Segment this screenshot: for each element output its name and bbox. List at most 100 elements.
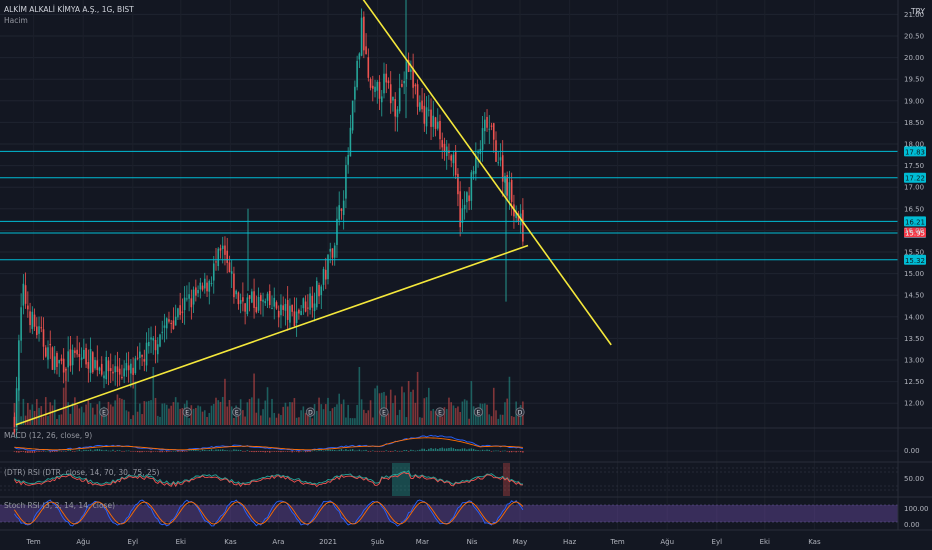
candle-body xyxy=(398,88,401,112)
macd-histogram-bar xyxy=(136,451,139,453)
macd-histogram-bar xyxy=(83,449,85,451)
candle-body xyxy=(316,280,318,308)
macd-histogram-bar xyxy=(206,450,208,451)
candle-body xyxy=(36,326,38,335)
macd-histogram-bar xyxy=(58,450,60,452)
volume-bar xyxy=(401,386,403,425)
macd-histogram-bar xyxy=(477,450,479,451)
volume-bar xyxy=(452,405,455,425)
volume-bar xyxy=(42,416,45,425)
macd-histogram-bar xyxy=(163,451,166,452)
macd-histogram-bar xyxy=(398,450,401,452)
volume-bar xyxy=(219,401,222,425)
volume-bar xyxy=(280,415,282,425)
volume-bar xyxy=(372,417,374,425)
macd-histogram-bar xyxy=(127,450,130,452)
candle-body xyxy=(112,371,114,374)
candle-body xyxy=(376,81,379,91)
price-tick: 20.00 xyxy=(904,54,924,62)
candle-body xyxy=(219,248,222,251)
volume-bar xyxy=(212,403,215,425)
macd-histogram-bar xyxy=(67,449,69,451)
macd-histogram-bar xyxy=(286,451,289,452)
macd-histogram-bar xyxy=(289,451,291,452)
macd-histogram-bar xyxy=(517,451,520,452)
candle-body xyxy=(295,311,298,324)
price-tick: 12.50 xyxy=(904,378,924,386)
candle-body xyxy=(394,99,396,117)
macd-legend[interactable]: MACD (12, 26, close, 9) xyxy=(4,431,92,440)
macd-histogram-bar xyxy=(410,449,412,451)
macd-histogram-bar xyxy=(74,451,76,452)
macd-histogram-bar xyxy=(278,451,280,452)
macd-histogram-bar xyxy=(186,451,188,452)
volume-bar xyxy=(177,402,179,425)
macd-histogram-bar xyxy=(356,450,358,452)
macd-histogram-bar xyxy=(284,451,287,452)
macd-histogram-bar xyxy=(192,450,195,451)
macd-histogram-bar xyxy=(199,450,202,452)
macd-histogram-bar xyxy=(383,451,385,452)
volume-bar xyxy=(506,398,508,425)
candle-body xyxy=(197,289,199,294)
candle-body xyxy=(143,359,146,362)
volume-bar xyxy=(221,396,224,425)
macd-histogram-bar xyxy=(479,450,482,452)
macd-histogram-bar xyxy=(392,451,394,452)
stoch-rsi-legend[interactable]: Stoch RSI (3, 3, 14, 14, close) xyxy=(4,501,115,510)
macd-histogram-bar xyxy=(132,451,134,452)
volume-bar xyxy=(56,418,58,425)
price-tick: 18.00 xyxy=(904,141,924,149)
volume-bar xyxy=(403,392,405,425)
candle-body xyxy=(62,358,65,373)
macd-histogram-bar xyxy=(172,450,175,452)
time-tick: Kas xyxy=(224,538,237,546)
macd-histogram-bar xyxy=(519,451,522,453)
candle-body xyxy=(363,16,365,51)
candle-body xyxy=(286,300,289,320)
candle-body xyxy=(230,271,233,274)
candle-body xyxy=(94,360,96,369)
volume-bar xyxy=(291,402,293,425)
macd-histogram-bar xyxy=(448,447,450,451)
candle-body xyxy=(105,357,108,380)
candle-body xyxy=(441,140,444,148)
volume-bar xyxy=(316,410,318,425)
candle-body xyxy=(228,262,231,273)
macd-histogram-bar xyxy=(282,451,284,452)
volume-bar xyxy=(405,417,408,425)
candle-body xyxy=(127,365,130,371)
candle-body xyxy=(60,358,63,362)
macd-histogram-bar xyxy=(472,448,475,451)
macd-histogram-bar xyxy=(443,448,446,451)
macd-histogram-bar xyxy=(38,451,40,452)
dtr-rsi-legend[interactable]: (DTR) RSI (DTR, close, 14, 70, 30, 75, 2… xyxy=(4,468,159,477)
volume-bar xyxy=(85,404,87,425)
candle-body xyxy=(372,85,374,89)
macd-histogram-bar xyxy=(94,449,96,451)
volume-bar xyxy=(139,403,141,425)
volume-bar xyxy=(318,397,320,425)
volume-bar xyxy=(275,417,278,425)
candle-body xyxy=(313,303,316,312)
macd-histogram-bar xyxy=(486,449,488,451)
candle-body xyxy=(351,100,354,131)
price-tick: 19.00 xyxy=(904,97,924,105)
volume-bar xyxy=(83,412,85,425)
candle-body xyxy=(74,350,76,353)
volume-bar xyxy=(289,402,291,425)
candle-body xyxy=(51,347,54,370)
macd-histogram-bar xyxy=(322,450,325,452)
volume-bar xyxy=(448,397,450,425)
volume-bar xyxy=(22,398,25,425)
macd-histogram-bar xyxy=(123,451,125,452)
candle-body xyxy=(242,297,244,302)
candle-body xyxy=(338,205,340,220)
macd-histogram-bar xyxy=(513,451,515,452)
candle-body xyxy=(210,283,213,285)
macd-histogram-bar xyxy=(190,450,193,451)
candle-body xyxy=(33,314,36,327)
level-label: 17.22 xyxy=(905,175,925,183)
macd-histogram-bar xyxy=(179,451,181,452)
volume-bar xyxy=(266,387,269,425)
